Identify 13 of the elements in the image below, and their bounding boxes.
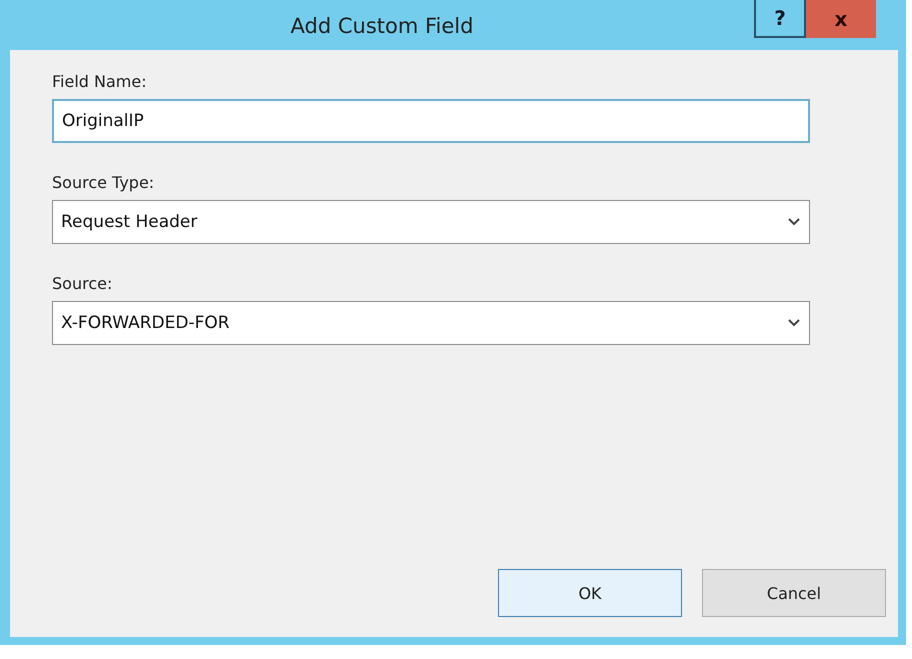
field-label: Source: <box>52 274 112 293</box>
close-button[interactable]: x <box>806 0 876 38</box>
field-label: Source Type: <box>52 173 154 192</box>
dialog-button[interactable]: Cancel <box>702 569 886 617</box>
chevron-down-icon <box>787 318 801 328</box>
input-field[interactable]: OriginalIP <box>52 99 810 143</box>
help-button[interactable]: ? <box>754 0 806 38</box>
dropdown-field[interactable]: Request Header <box>52 200 810 244</box>
window-title: Add Custom Field <box>290 13 474 38</box>
field-label: Field Name: <box>52 72 147 91</box>
dropdown-field[interactable]: X-FORWARDED-FOR <box>52 301 810 345</box>
dialog-button[interactable]: OK <box>498 569 682 617</box>
chevron-down-icon <box>787 217 801 227</box>
